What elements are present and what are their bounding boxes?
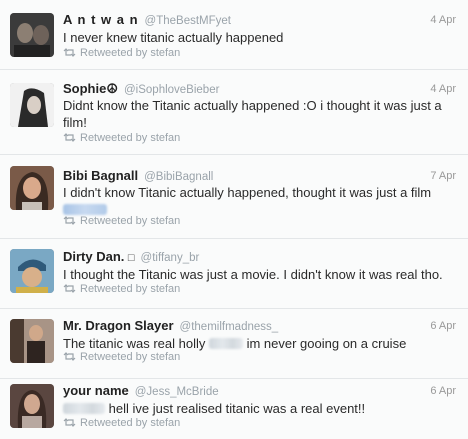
tweet-date[interactable]: 4 Apr (430, 83, 456, 95)
tweet-text: hell ive just realised titanic was a rea… (63, 400, 454, 417)
redacted-text (208, 338, 243, 349)
tweet-feed: A n t w a n @TheBestMFyet 4 Apr I never k… (0, 0, 468, 439)
tweet-item[interactable]: Dirty Dan. □ @tiffany_br I thought the Ti… (0, 238, 468, 308)
user-handle[interactable]: @Jess_McBride (135, 386, 219, 398)
user-name[interactable]: Sophie☮ (63, 81, 118, 96)
broken-glyph-icon: □ (127, 252, 135, 264)
tweet-text-line: Didnt know the Titanic actually happened… (63, 98, 442, 113)
retweet-info[interactable]: Retweeted by stefan (63, 47, 180, 59)
tweet-item[interactable]: Sophie☮ @iSophloveBieber 4 Apr Didnt know… (0, 69, 468, 154)
tweet-date[interactable]: 6 Apr (430, 320, 456, 332)
retweet-label: Retweeted by stefan (80, 132, 181, 144)
retweet-info[interactable]: Retweeted by stefan (63, 215, 180, 227)
tweet-item[interactable]: your name @Jess_McBride 6 Apr hell ive ju… (0, 378, 468, 439)
avatar-image (10, 166, 54, 210)
redacted-link[interactable] (63, 204, 107, 215)
tweet-item[interactable]: A n t w a n @TheBestMFyet 4 Apr I never k… (0, 0, 468, 69)
tweet-text: The titanic was real holly im never gooi… (63, 335, 454, 352)
user-handle[interactable]: @themilfmadness_ (180, 321, 279, 333)
retweet-label: Retweeted by stefan (80, 283, 181, 295)
user-handle[interactable]: @BibiBagnall (144, 171, 213, 183)
user-handle[interactable]: @iSophloveBieber (124, 84, 219, 96)
user-name[interactable]: Bibi Bagnall (63, 168, 138, 183)
tweet-date[interactable]: 6 Apr (430, 385, 456, 397)
tweet-text-line: film! (63, 115, 87, 130)
user-handle[interactable]: @TheBestMFyet (145, 15, 231, 27)
retweet-label: Retweeted by stefan (80, 47, 181, 59)
tweet-text-line: I never knew titanic actually happened (63, 30, 284, 45)
tweet-text-line: hell ive just realised titanic was a rea… (108, 401, 366, 416)
tweet-text-line: im never gooing on a cruise (246, 336, 407, 351)
tweet-text-line: I thought the Titanic was just a movie. … (63, 267, 443, 282)
tweet-item[interactable]: Mr. Dragon Slayer @themilfmadness_ 6 Apr … (0, 308, 468, 378)
redacted-text (63, 403, 105, 414)
avatar-image (10, 384, 54, 428)
tweet-date[interactable]: 7 Apr (430, 170, 456, 182)
retweet-icon (63, 418, 76, 427)
retweet-icon (63, 352, 76, 361)
avatar[interactable] (10, 13, 54, 57)
tweet-text-line: The titanic was real holly (63, 336, 206, 351)
avatar[interactable] (10, 166, 54, 210)
retweet-label: Retweeted by stefan (80, 417, 181, 429)
retweet-info[interactable]: Retweeted by stefan (63, 351, 180, 363)
tweet-text-line: I didn't know Titanic actually happened,… (63, 185, 432, 200)
avatar-image (10, 319, 54, 363)
avatar[interactable] (10, 384, 54, 428)
avatar[interactable] (10, 319, 54, 363)
avatar[interactable] (10, 83, 54, 127)
tweet-text: Didnt know the Titanic actually happened… (63, 97, 454, 131)
tweet-text: I thought the Titanic was just a movie. … (63, 266, 454, 283)
retweet-icon (63, 216, 76, 225)
tweet-text: I didn't know Titanic actually happened,… (63, 184, 454, 218)
retweet-info[interactable]: Retweeted by stefan (63, 283, 180, 295)
user-name[interactable]: Dirty Dan. (63, 249, 124, 264)
retweet-info[interactable]: Retweeted by stefan (63, 132, 180, 144)
avatar-image (10, 249, 54, 293)
retweet-icon (63, 133, 76, 142)
avatar[interactable] (10, 249, 54, 293)
user-name[interactable]: Mr. Dragon Slayer (63, 318, 174, 333)
user-handle[interactable]: @tiffany_br (141, 252, 200, 264)
user-name[interactable]: A n t w a n (63, 12, 139, 27)
retweet-icon (63, 284, 76, 293)
tweet-item[interactable]: Bibi Bagnall @BibiBagnall 7 Apr I didn't … (0, 154, 468, 238)
avatar-image (10, 13, 54, 57)
retweet-label: Retweeted by stefan (80, 215, 181, 227)
tweet-date[interactable]: 4 Apr (430, 14, 456, 26)
retweet-info[interactable]: Retweeted by stefan (63, 417, 180, 429)
tweet-text: I never knew titanic actually happened (63, 29, 454, 46)
avatar-image (10, 83, 54, 127)
user-name[interactable]: your name (63, 383, 129, 398)
retweet-label: Retweeted by stefan (80, 351, 181, 363)
retweet-icon (63, 48, 76, 57)
